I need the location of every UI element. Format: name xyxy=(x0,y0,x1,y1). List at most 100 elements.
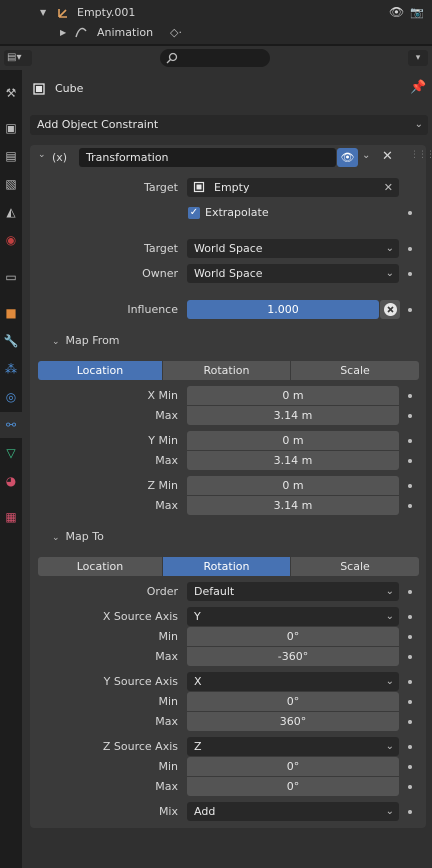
tab-tool[interactable]: ⚒ xyxy=(0,80,22,106)
editor-type-button[interactable]: ▤▾ xyxy=(4,50,32,66)
render-icon: ▣ xyxy=(5,121,17,135)
owner-space-dropdown[interactable]: World Space ⌄ xyxy=(187,264,399,283)
keyframe-dot[interactable] xyxy=(408,615,412,619)
to-x-max-field[interactable]: -360° xyxy=(187,647,399,666)
x-source-axis-dropdown[interactable]: Y ⌄ xyxy=(187,607,399,626)
tab-constraints[interactable]: ⚯ xyxy=(0,412,22,438)
chevron-down-icon: ⌄ xyxy=(385,268,394,279)
keyframe-dot[interactable] xyxy=(408,247,412,251)
keyframe-dot[interactable] xyxy=(408,459,412,463)
extrapolate-label: Extrapolate xyxy=(205,206,269,219)
tab-texture[interactable]: ▦ xyxy=(0,504,22,530)
map-to-subpanel-header[interactable]: ⌄ Map To xyxy=(52,530,104,543)
tab-collection[interactable]: ▭ xyxy=(0,264,22,290)
keyframe-dot[interactable] xyxy=(408,504,412,508)
outliner-row-animation[interactable]: ▶ Animation ◇· xyxy=(0,22,432,42)
from-z-min-field[interactable]: 0 m xyxy=(187,476,399,495)
eye-icon[interactable]: 👁 xyxy=(389,5,404,19)
keyframe-dot[interactable] xyxy=(408,439,412,443)
tab-modifiers[interactable]: 🔧 xyxy=(0,328,22,354)
map-from-tab-location[interactable]: Location xyxy=(38,361,162,380)
keyframe-dot[interactable] xyxy=(408,655,412,659)
from-x-min-field[interactable]: 0 m xyxy=(187,386,399,405)
chevron-down-icon: ⌄ xyxy=(385,806,394,817)
outliner-row-empty001[interactable]: ▼ Empty.001 👁 📷 xyxy=(0,2,432,22)
order-dropdown[interactable]: Default ⌄ xyxy=(187,582,399,601)
y-source-axis-dropdown[interactable]: X ⌄ xyxy=(187,672,399,691)
printer-icon: ▤ xyxy=(5,149,17,163)
to-z-max-field[interactable]: 0° xyxy=(187,777,399,796)
tab-material[interactable]: ◕ xyxy=(0,468,22,494)
object-cube-icon: ■ xyxy=(5,306,17,320)
to-z-max-label: Max xyxy=(155,780,178,793)
search-input[interactable] xyxy=(160,49,270,67)
constraint-name-field[interactable]: Transformation xyxy=(79,148,336,167)
from-x-max-field[interactable]: 3.14 m xyxy=(187,406,399,425)
add-constraint-dropdown[interactable]: Add Object Constraint ⌄ xyxy=(30,115,428,135)
to-x-min-field[interactable]: 0° xyxy=(187,627,399,646)
target-space-dropdown[interactable]: World Space ⌄ xyxy=(187,239,399,258)
tab-data[interactable]: ▽ xyxy=(0,440,22,466)
keyframe-dot[interactable] xyxy=(408,765,412,769)
tab-scene[interactable]: ◭ xyxy=(0,199,22,225)
keyframe-dot[interactable] xyxy=(408,590,412,594)
particles-icon: ⁂ xyxy=(5,362,17,376)
keyframe-dot[interactable] xyxy=(408,700,412,704)
map-to-tab-scale[interactable]: Scale xyxy=(291,557,419,576)
x-source-axis-value: Y xyxy=(194,610,201,623)
collapse-chevron-icon[interactable]: ⌄ xyxy=(38,150,46,160)
close-icon[interactable]: ✕ xyxy=(382,149,393,164)
disable-keep-button[interactable] xyxy=(380,300,400,319)
tab-world[interactable]: ◉ xyxy=(0,227,22,253)
tab-render[interactable]: ▣ xyxy=(0,115,22,141)
tab-output[interactable]: ▤ xyxy=(0,143,22,169)
influence-value: 1.000 xyxy=(267,303,299,316)
keyframe-dot[interactable] xyxy=(408,272,412,276)
tab-physics[interactable]: ◎ xyxy=(0,384,22,410)
pin-icon[interactable]: 📌 xyxy=(410,80,426,95)
map-to-tab-location[interactable]: Location xyxy=(38,557,162,576)
keyframe-dot[interactable] xyxy=(408,785,412,789)
to-y-min-field[interactable]: 0° xyxy=(187,692,399,711)
expand-arrow-icon[interactable]: ▶ xyxy=(60,28,66,37)
expand-arrow-icon[interactable]: ▼ xyxy=(40,8,46,17)
z-source-axis-dropdown[interactable]: Z ⌄ xyxy=(187,737,399,756)
to-z-min-field[interactable]: 0° xyxy=(187,757,399,776)
to-y-max-field[interactable]: 360° xyxy=(187,712,399,731)
keyframe-dot[interactable] xyxy=(408,810,412,814)
add-constraint-label: Add Object Constraint xyxy=(37,118,159,131)
mix-dropdown[interactable]: Add ⌄ xyxy=(187,802,399,821)
from-y-min-field[interactable]: 0 m xyxy=(187,431,399,450)
target-object-field[interactable]: Empty ✕ xyxy=(187,178,399,197)
keyframe-dot[interactable] xyxy=(408,394,412,398)
map-from-tab-rotation[interactable]: Rotation xyxy=(163,361,290,380)
influence-label: Influence xyxy=(127,303,178,316)
visibility-eye-icon[interactable]: 👁 xyxy=(337,148,358,167)
drag-handle-icon[interactable]: ⋮⋮⋮ xyxy=(410,150,432,160)
keyframe-dot[interactable] xyxy=(408,745,412,749)
extrapolate-checkbox[interactable]: ✓ xyxy=(188,207,200,219)
keyframe-dot[interactable] xyxy=(408,211,412,215)
clear-icon[interactable]: ✕ xyxy=(384,178,393,197)
tab-particles[interactable]: ⁂ xyxy=(0,356,22,382)
from-y-max-field[interactable]: 3.14 m xyxy=(187,451,399,470)
map-from-subpanel-header[interactable]: ⌄ Map From xyxy=(52,334,120,347)
keyframe-dot[interactable] xyxy=(408,414,412,418)
keyframe-dot[interactable] xyxy=(408,308,412,312)
from-z-max-field[interactable]: 3.14 m xyxy=(187,496,399,515)
influence-slider[interactable]: 1.000 xyxy=(187,300,379,319)
keyframe-dot[interactable] xyxy=(408,680,412,684)
map-to-tab-rotation[interactable]: Rotation xyxy=(163,557,290,576)
tab-object[interactable]: ■ xyxy=(0,300,22,326)
object-name: Cube xyxy=(55,82,84,95)
map-to-title: Map To xyxy=(65,530,104,543)
keyframe-dot[interactable] xyxy=(408,484,412,488)
keyframe-dot[interactable] xyxy=(408,720,412,724)
tab-view-layer[interactable]: ▧ xyxy=(0,171,22,197)
options-dropdown-icon[interactable]: ▾ xyxy=(408,50,428,66)
map-from-tab-scale[interactable]: Scale xyxy=(291,361,419,380)
camera-icon[interactable]: 📷 xyxy=(410,6,424,19)
chevron-down-icon[interactable]: ⌄ xyxy=(362,150,370,161)
to-y-min-label: Min xyxy=(158,695,178,708)
keyframe-dot[interactable] xyxy=(408,635,412,639)
